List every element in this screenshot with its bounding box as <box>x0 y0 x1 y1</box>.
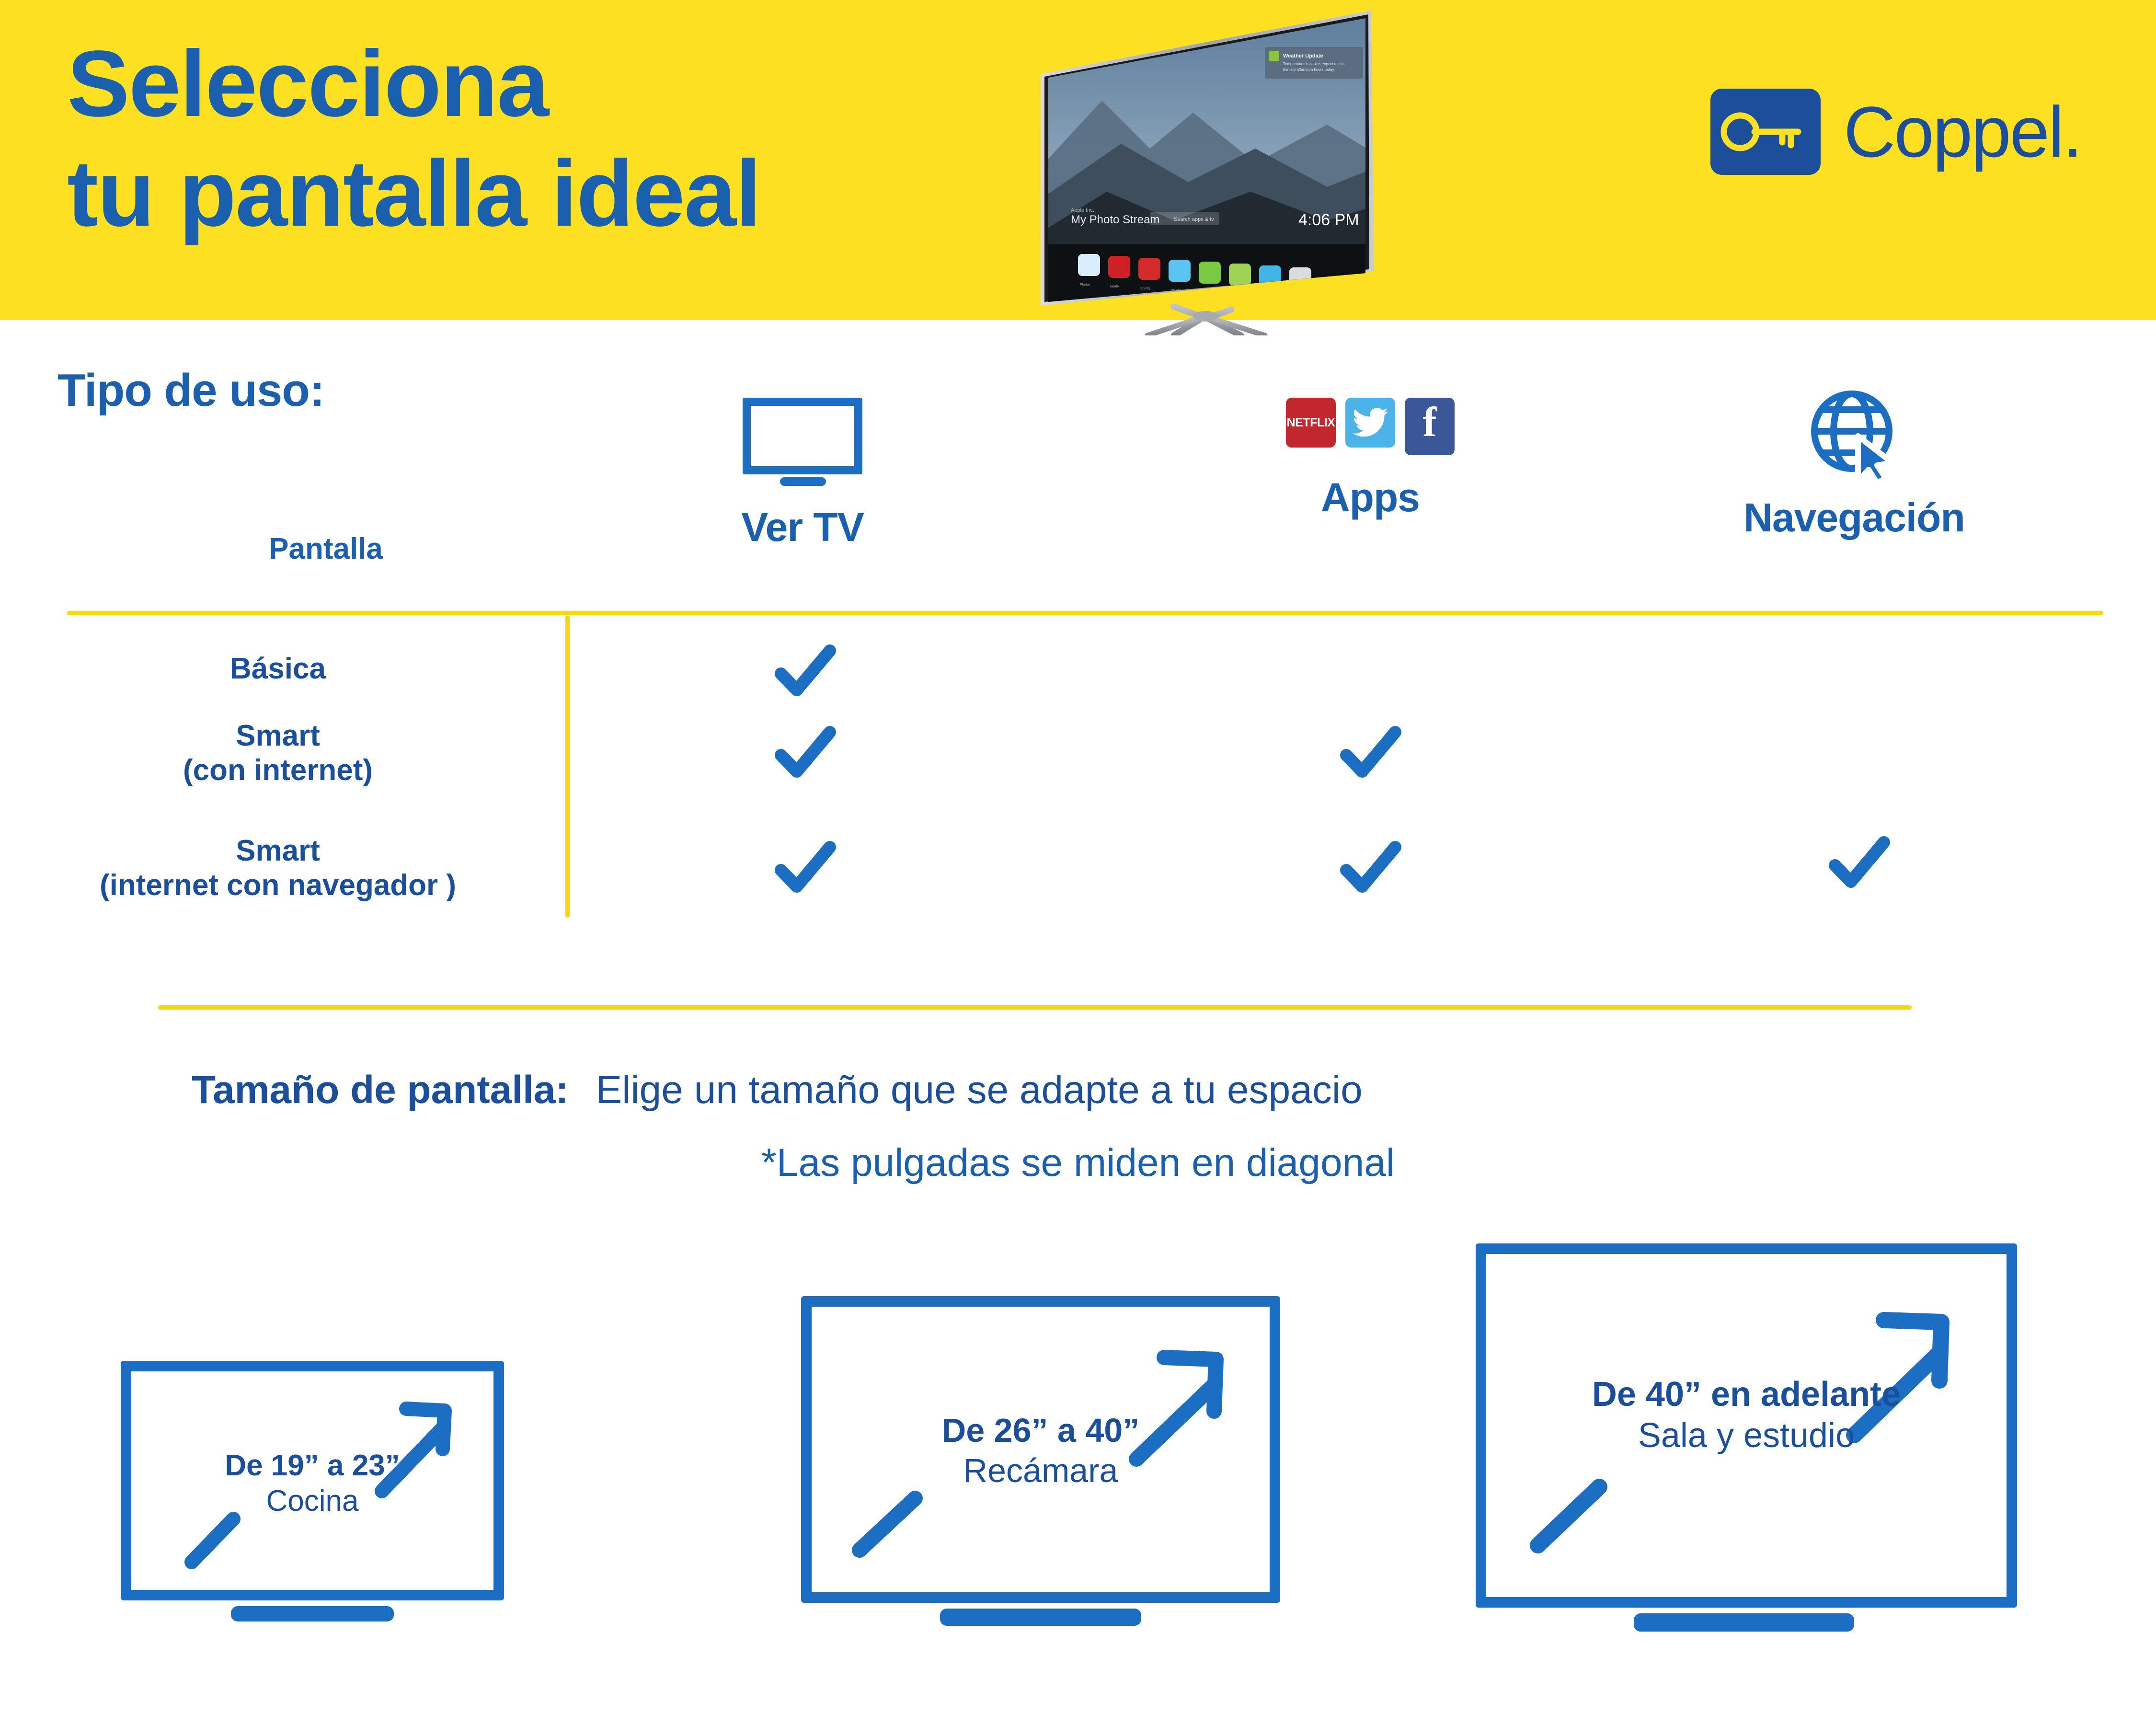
tv-size-box-medium: De 26” a 40” Recámara <box>801 1296 1280 1626</box>
tv-stand-medium <box>940 1609 1141 1626</box>
tv-size-range-small: De 19” a 23” <box>225 1449 400 1482</box>
key-icon <box>1710 89 1821 175</box>
tv-icon <box>743 398 862 492</box>
size-section-heading: Tamaño de pantalla: Elige un tamaño que … <box>192 1068 1964 1113</box>
svg-text:Photos: Photos <box>1080 283 1090 287</box>
svg-text:4:06 PM: 4:06 PM <box>1298 211 1359 229</box>
tv-size-range-large: De 40” en adelante <box>1592 1375 1901 1414</box>
column-header-apps: NETFLIX f Apps <box>1241 398 1500 521</box>
tv-size-room-small: Cocina <box>266 1484 359 1518</box>
app-logos-icon: NETFLIX f <box>1241 398 1500 455</box>
tv-size-room-large: Sala y estudio <box>1638 1416 1855 1455</box>
column-header-navegacion: Navegación <box>1706 383 2003 541</box>
table-row-label-smart-internet: Smart (con internet) <box>183 719 373 787</box>
svg-text:Netflix: Netflix <box>1110 285 1120 288</box>
tv-size-room-medium: Recámara <box>963 1452 1118 1489</box>
svg-text:Apple Inc.: Apple Inc. <box>1071 207 1094 213</box>
check-smart-apps <box>1337 719 1404 786</box>
tv-size-range-medium: De 26” a 40” <box>941 1412 1140 1449</box>
tv-stand-small <box>231 1606 394 1622</box>
page-title: Selecciona tu pantalla ideal <box>67 31 761 246</box>
size-section-label: Tamaño de pantalla: <box>192 1068 569 1112</box>
svg-text:Settings: Settings <box>1291 297 1304 300</box>
tv-size-caption-medium: De 26” a 40” Recámara <box>801 1410 1280 1491</box>
usage-section-title: Tipo de uso: <box>57 365 325 416</box>
twitter-icon <box>1345 398 1395 448</box>
check-smart-vertv <box>771 719 838 786</box>
table-top-rule <box>67 611 2103 615</box>
infographic-page: Selecciona tu pantalla ideal Apple Inc. … <box>0 0 2156 1725</box>
size-section-description: Elige un tamaño que se adapte a tu espac… <box>596 1068 1363 1112</box>
section-divider-rule <box>158 1005 1912 1010</box>
coppel-wordmark: Coppel. <box>1844 92 2083 172</box>
tv-size-box-large: De 40” en adelante Sala y estudio <box>1476 1243 2017 1632</box>
coppel-logo[interactable]: Coppel. <box>1710 89 2083 175</box>
size-section-note: *Las pulgadas se miden en diagonal <box>761 1141 1395 1184</box>
check-basica-vertv <box>771 637 838 704</box>
svg-text:Temperature is cooler, expect: Temperature is cooler, expect rain in <box>1283 62 1345 66</box>
table-row-label-basica: Básica <box>230 652 326 685</box>
svg-text:Spotify: Spotify <box>1140 287 1151 290</box>
tv-size-caption-small: De 19” a 23” Cocina <box>121 1448 504 1519</box>
check-smartnav-apps <box>1337 834 1404 901</box>
svg-text:Skype: Skype <box>1261 295 1271 298</box>
table-column-rule <box>565 616 570 918</box>
table-row-label-smart-navegador: Smart (internet con navegador ) <box>99 834 457 902</box>
tv-size-box-small: De 19” a 23” Cocina <box>121 1361 504 1622</box>
svg-text:the late afternoon hours today: the late afternoon hours today. <box>1283 68 1335 72</box>
svg-text:Hulu Plus: Hulu Plus <box>1231 293 1245 296</box>
check-smartnav-vertv <box>771 834 838 901</box>
facebook-icon: f <box>1405 398 1455 455</box>
tv-size-caption-large: De 40” en adelante Sala y estudio <box>1476 1374 2017 1457</box>
svg-text:Weather Update: Weather Update <box>1283 53 1323 59</box>
svg-text:Search apps & tv: Search apps & tv <box>1174 217 1214 222</box>
smart-tv-photo: Apple Inc. My Photo Stream Search apps &… <box>1030 5 1394 339</box>
column-header-ver-tv: Ver TV <box>702 398 903 551</box>
tv-stand-large <box>1634 1613 1854 1632</box>
header-band: Selecciona tu pantalla ideal Apple Inc. … <box>0 0 2156 339</box>
svg-text:Spotify: Spotify <box>1201 291 1211 294</box>
row-header-pantalla: Pantalla <box>269 532 383 565</box>
globe-cursor-icon <box>1806 383 1902 486</box>
check-smartnav-navegacion <box>1825 829 1892 896</box>
netflix-icon: NETFLIX <box>1286 398 1336 448</box>
svg-text:My Photo Stream: My Photo Stream <box>1071 213 1159 226</box>
